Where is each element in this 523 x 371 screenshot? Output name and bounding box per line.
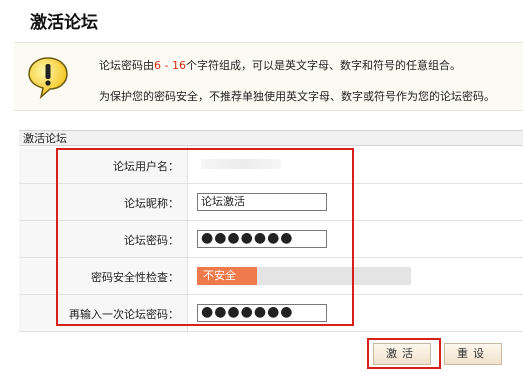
strength-label: 密码安全性检查： [91, 271, 179, 284]
password-strength-bar: 不安全 [197, 267, 411, 285]
password-label: 论坛密码： [124, 234, 179, 247]
section-header: 激活论坛 [19, 130, 523, 146]
confirm-password-label: 再输入一次论坛密码： [69, 308, 179, 321]
form-row-nickname: 论坛昵称： 论坛激活 [19, 184, 523, 221]
nickname-input[interactable]: 论坛激活 [197, 193, 327, 211]
form-row-username: 论坛用户名： [19, 147, 523, 184]
confirm-password-input[interactable]: ●●●●●●● [197, 304, 327, 322]
activate-button[interactable]: 激活 [373, 343, 431, 365]
notice-line-2: 为保护您的密码安全，不推荐单独使用英文字母、数字或符号作为您的论坛密码。 [99, 90, 495, 103]
notice-line-1: 论坛密码由6 - 16个字符组成，可以是英文字母、数字和符号的任意组合。 [99, 59, 461, 72]
password-length-range: 6 - 16 [154, 59, 186, 72]
password-input[interactable]: ●●●●●●● [197, 230, 327, 248]
activation-form: 论坛用户名： 论坛昵称： 论坛激活 论坛密码： ●●●●●●● 密码安全性检查：… [19, 147, 523, 332]
form-row-password: 论坛密码： ●●●●●●● [19, 221, 523, 258]
warning-icon [28, 57, 68, 99]
form-row-strength: 密码安全性检查： 不安全 [19, 258, 523, 295]
username-value-redacted [201, 159, 281, 169]
activate-forum-page: 激活论坛 论坛密码由6 - 16个字符组成，可以是英文字母、数字和符号的任意组合… [0, 0, 523, 371]
username-label: 论坛用户名： [113, 160, 179, 173]
page-title: 激活论坛 [30, 13, 98, 33]
password-notice: 论坛密码由6 - 16个字符组成，可以是英文字母、数字和符号的任意组合。 为保护… [14, 42, 523, 111]
nickname-label: 论坛昵称： [124, 197, 179, 210]
form-row-confirm: 再输入一次论坛密码： ●●●●●●● [19, 295, 523, 332]
reset-button[interactable]: 重设 [444, 343, 502, 365]
password-strength-fill: 不安全 [197, 267, 257, 285]
